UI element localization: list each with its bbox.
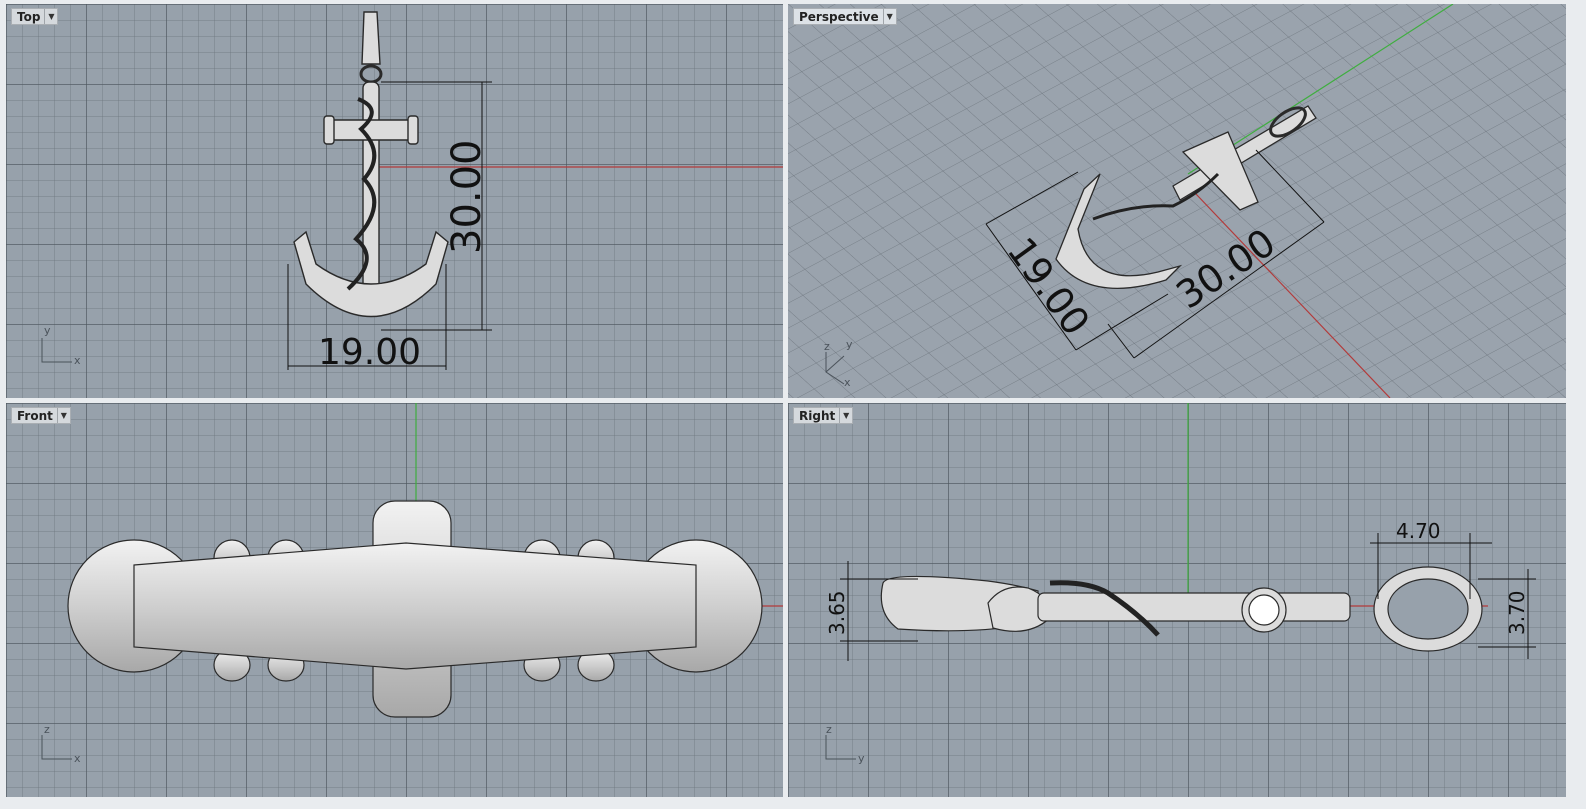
chevron-down-icon[interactable]: ▼	[839, 408, 852, 423]
viewport-top[interactable]: 30.00 19.00 y x Top ▼	[6, 4, 783, 398]
bail-loop-inner	[1387, 578, 1469, 640]
stock-end-face	[1248, 594, 1280, 626]
top-view-canvas: 30.00 19.00 y x	[41, 11, 783, 373]
axis-label-x: x	[74, 354, 81, 367]
perspective-grid	[788, 4, 1566, 398]
stock-body	[133, 542, 697, 670]
axis-label-y: y	[858, 752, 865, 765]
bail	[361, 11, 381, 65]
viewport-title: Perspective	[799, 9, 879, 24]
axis-label-z: z	[824, 340, 830, 353]
axis-label-y: y	[44, 324, 51, 337]
dim-loop-width-text: 4.70	[1396, 519, 1441, 543]
axis-widget-right	[825, 735, 856, 760]
perspective-view-canvas: 19.00 30.00 z y x	[788, 4, 1566, 398]
chevron-down-icon[interactable]: ▼	[56, 408, 70, 423]
anchor-model-top	[293, 11, 449, 318]
viewport-title: Front	[17, 408, 53, 423]
viewport-label-top[interactable]: Top ▼	[11, 8, 59, 25]
viewport-title: Top	[17, 9, 41, 24]
viewport-right[interactable]: 4.70 3.70 3.65 z y Right ▼	[788, 403, 1566, 797]
anchor-model-front	[67, 500, 763, 718]
bail-loop	[359, 64, 383, 84]
stock-end-right	[407, 115, 419, 145]
dim-loop-height-text: 3.70	[1505, 590, 1529, 635]
stock-end-left	[323, 115, 335, 145]
right-view-canvas: 4.70 3.70 3.65 z y	[825, 403, 1536, 765]
dim-body-height-text: 3.65	[825, 590, 849, 635]
front-view-canvas: z x	[41, 403, 783, 765]
dim-vertical-text: 30.00	[444, 139, 490, 254]
viewport-label-front[interactable]: Front ▼	[11, 407, 71, 424]
viewport-perspective[interactable]: 19.00 30.00 z y x Perspective ▼	[788, 4, 1566, 398]
axis-label-z: z	[826, 723, 832, 736]
dim-horizontal-text: 19.00	[318, 332, 421, 373]
chevron-down-icon[interactable]: ▼	[44, 9, 57, 24]
viewport-label-right[interactable]: Right ▼	[793, 407, 854, 424]
viewport-title: Right	[799, 408, 836, 423]
axis-widget-top	[41, 338, 72, 363]
anchor-model-right	[880, 566, 1483, 652]
axis-widget-front	[41, 735, 72, 760]
shank	[1037, 592, 1351, 622]
axis-label-x: x	[844, 376, 851, 389]
stock	[325, 119, 417, 141]
viewport-label-perspective[interactable]: Perspective ▼	[793, 8, 897, 25]
axis-label-z: z	[44, 723, 50, 736]
chevron-down-icon[interactable]: ▼	[882, 9, 896, 24]
axis-label-y: y	[846, 338, 853, 351]
axis-label-x: x	[74, 752, 81, 765]
viewport-front[interactable]: z x Front ▼	[6, 403, 783, 797]
